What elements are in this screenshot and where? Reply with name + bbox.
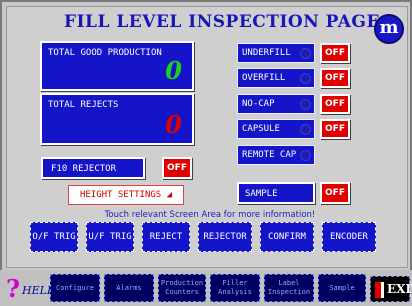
exit-button[interactable]: EXIT (370, 276, 412, 302)
underfill-off-toggle[interactable]: OFF (320, 43, 350, 63)
capsule-indicator-icon (300, 124, 311, 135)
overfill-indicator-icon (300, 73, 311, 84)
no-cap-indicator-icon (300, 99, 311, 110)
question-mark-icon: ? (6, 274, 21, 303)
nav-production-counters[interactable]: Production Counters (158, 274, 206, 302)
help-button[interactable]: ? HELP (4, 274, 54, 303)
no-cap-label: NO-CAP (242, 99, 275, 109)
capsule-off-toggle[interactable]: OFF (320, 119, 350, 139)
overfill-off-toggle[interactable]: OFF (320, 68, 350, 88)
rejector-trig-button[interactable]: REJECTOR (198, 222, 252, 252)
reject-button[interactable]: REJECT (142, 222, 190, 252)
overfill-label: OVERFILL (242, 73, 286, 83)
underfill-label: UNDERFILL (242, 48, 291, 58)
logo-icon: m (374, 14, 404, 44)
remote-cap-label: REMOTE CAP (242, 150, 297, 160)
exit-door-frame-icon (381, 282, 384, 298)
total-good-production-box[interactable]: TOTAL GOOD PRODUCTION 0 (40, 41, 194, 91)
height-settings-button[interactable]: HEIGHT SETTINGS ◢ (68, 185, 184, 205)
hint-text: Touch relevant Screen Area for more info… (104, 210, 316, 220)
height-settings-label: HEIGHT SETTINGS (79, 190, 162, 200)
nav-configure[interactable]: Configure (50, 274, 100, 302)
sample-button[interactable]: SAMPLE (237, 182, 315, 204)
remote-cap-button[interactable]: REMOTE CAP (237, 145, 315, 165)
total-rejects-value: 0 (165, 110, 182, 139)
total-rejects-box[interactable]: TOTAL REJECTS 0 (40, 93, 194, 145)
rejector-off-toggle[interactable]: OFF (162, 157, 192, 179)
no-cap-button[interactable]: NO-CAP (237, 94, 315, 114)
rejector-label: F10 REJECTOR (51, 164, 117, 174)
no-cap-off-toggle[interactable]: OFF (320, 94, 350, 114)
of-trig-button[interactable]: O/F TRIG (30, 222, 78, 252)
overfill-button[interactable]: OVERFILL (237, 68, 315, 88)
rejector-button[interactable]: F10 REJECTOR (41, 157, 145, 179)
total-rejects-label: TOTAL REJECTS (48, 100, 119, 110)
capsule-button[interactable]: CAPSULE (237, 119, 315, 139)
nav-filler-analysis[interactable]: Filler Analysis (210, 274, 260, 302)
exit-label: EXIT (387, 282, 412, 296)
page-title: FILL LEVEL INSPECTION PAGE (64, 12, 380, 32)
total-good-value: 0 (165, 56, 182, 85)
sample-off-toggle[interactable]: OFF (320, 182, 350, 204)
remote-cap-indicator-icon (300, 150, 311, 161)
capsule-label: CAPSULE (242, 124, 280, 134)
nav-sample[interactable]: Sample (318, 274, 366, 302)
arrow-icon: ◢ (161, 190, 173, 200)
total-good-label: TOTAL GOOD PRODUCTION (48, 48, 162, 58)
underfill-button[interactable]: UNDERFILL (237, 43, 315, 63)
encoder-button[interactable]: ENCODER (322, 222, 376, 252)
underfill-indicator-icon (300, 48, 311, 59)
nav-alarms[interactable]: Alarms (104, 274, 154, 302)
sample-label: SAMPLE (245, 189, 278, 199)
uf-trig-button[interactable]: U/F TRIG (86, 222, 134, 252)
nav-label-inspection[interactable]: Label Inspection (264, 274, 314, 302)
confirm-button[interactable]: CONFIRM (260, 222, 314, 252)
